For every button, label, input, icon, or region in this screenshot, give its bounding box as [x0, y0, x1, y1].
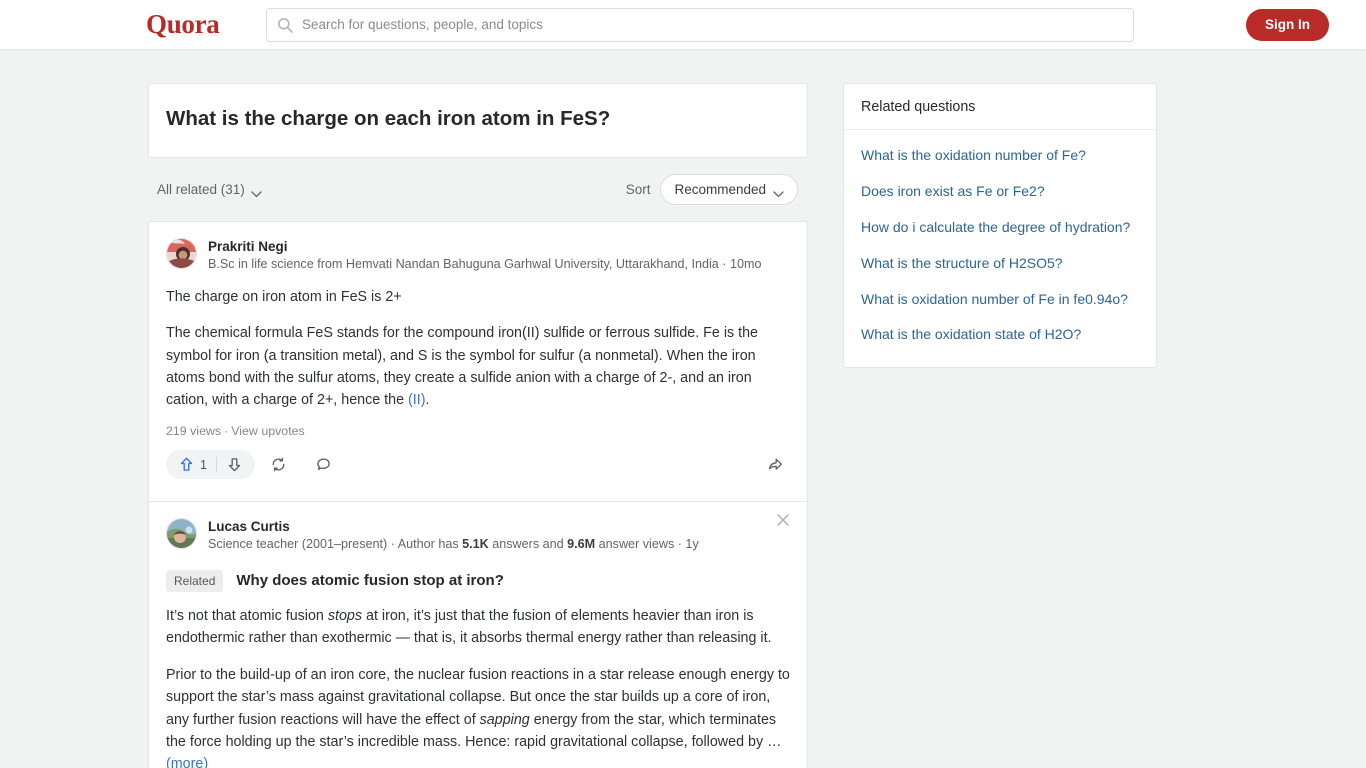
reshare-icon [270, 456, 287, 473]
quora-logo[interactable]: Quora [146, 9, 220, 40]
related-badge: Related [166, 569, 224, 592]
answer-body: It’s not that atomic fusion stops at iro… [166, 605, 790, 768]
sidebar-title: Related questions [844, 84, 1156, 130]
share-icon [767, 456, 784, 473]
sort-value: Recommended [674, 182, 766, 198]
credential-text: answer views · 1y [595, 536, 699, 551]
main-column: What is the charge on each iron atom in … [148, 83, 808, 768]
chevron-down-icon [773, 186, 784, 198]
paragraph-text: . [425, 392, 430, 409]
answer-stats: 219 views · View upvotes [166, 423, 305, 438]
upvote-button[interactable]: 1 [169, 450, 216, 479]
related-question-row: Related Why does atomic fusion stop at i… [166, 569, 790, 592]
answer-author-header: Lucas Curtis Science teacher (2001–prese… [166, 517, 790, 553]
related-question-link[interactable]: Does iron exist as Fe or Fe2? [861, 174, 1139, 210]
sort-label: Sort [625, 182, 651, 198]
close-icon[interactable] [773, 510, 793, 530]
sort-group: Sort Recommended [625, 174, 798, 206]
credential-text: Science teacher (2001–present) · Author … [208, 536, 463, 551]
page-title: What is the charge on each iron atom in … [166, 107, 611, 130]
all-related-dropdown[interactable]: All related (31) [157, 182, 262, 198]
author-meta: Prakriti Negi B.Sc in life science from … [208, 238, 761, 273]
emphasis-text: sapping [479, 711, 530, 728]
upvote-icon [178, 456, 195, 473]
author-name[interactable]: Lucas Curtis [208, 519, 699, 534]
related-questions-card: Related questions What is the oxidation … [843, 83, 1157, 369]
reshare-button[interactable] [262, 450, 300, 479]
downvote-icon [226, 456, 243, 473]
sort-dropdown[interactable]: Recommended [660, 174, 798, 206]
filter-row: All related (31) Sort Recommended [148, 173, 808, 207]
answer-views-count: 9.6M [567, 536, 596, 551]
emphasis-text: stops [327, 607, 363, 624]
answer-item: Prakriti Negi B.Sc in life science from … [149, 222, 807, 487]
related-question-link[interactable]: What is oxidation number of Fe in fe0.94… [861, 282, 1139, 318]
view-count: 219 views [166, 423, 222, 438]
sign-in-button[interactable]: Sign In [1246, 8, 1329, 41]
author-name[interactable]: Prakriti Negi [208, 239, 761, 254]
author-credential: Science teacher (2001–present) · Author … [208, 536, 699, 553]
related-question-title[interactable]: Why does atomic fusion stop at iron? [236, 572, 504, 589]
share-button[interactable] [767, 456, 790, 473]
related-questions-list: What is the oxidation number of Fe? Does… [844, 130, 1156, 367]
vote-pill: 1 [166, 450, 255, 480]
question-card: What is the charge on each iron atom in … [148, 83, 808, 158]
more-link[interactable]: (more) [166, 756, 208, 768]
search-input[interactable] [302, 8, 1123, 41]
answer-action-bar: 1 [166, 443, 790, 487]
answer-paragraph: The chemical formula FeS stands for the … [166, 322, 790, 412]
all-related-label: All related (31) [157, 182, 245, 198]
answer-item: Lucas Curtis Science teacher (2001–prese… [149, 500, 807, 768]
upvote-count: 1 [200, 457, 207, 472]
inline-link[interactable]: (II) [408, 392, 425, 408]
credential-text: answers and [488, 536, 568, 551]
answer-paragraph: The charge on iron atom in FeS is 2+ [166, 288, 402, 305]
related-question-link[interactable]: How do i calculate the degree of hydrati… [861, 210, 1139, 246]
answers-card: Prakriti Negi B.Sc in life science from … [148, 220, 808, 768]
site-header: Quora Sign In [0, 0, 1366, 50]
avatar[interactable] [166, 237, 197, 269]
answer-paragraph: It’s not that atomic fusion stops at iro… [166, 605, 790, 650]
paragraph-text: The chemical formula FeS stands for the … [166, 325, 758, 409]
comment-icon [315, 456, 332, 473]
author-meta: Lucas Curtis Science teacher (2001–prese… [208, 518, 699, 553]
answer-author-header: Prakriti Negi B.Sc in life science from … [166, 237, 790, 273]
downvote-button[interactable] [217, 450, 252, 479]
answer-paragraph: Prior to the build-up of an iron core, t… [166, 664, 790, 768]
chevron-down-icon [251, 186, 262, 198]
avatar[interactable] [166, 517, 197, 549]
sidebar: Related questions What is the oxidation … [843, 83, 1157, 768]
paragraph-text: It’s not that atomic fusion [166, 607, 328, 624]
related-question-link[interactable]: What is the oxidation number of Fe? [861, 138, 1139, 174]
search-icon [277, 17, 293, 33]
action-buttons: 1 [166, 450, 345, 480]
author-credential: B.Sc in life science from Hemvati Nandan… [208, 256, 762, 271]
related-question-link[interactable]: What is the oxidation state of H2O? [861, 317, 1139, 353]
answer-count: 5.1K [462, 536, 489, 551]
page-body: What is the charge on each iron atom in … [0, 50, 1366, 768]
comment-button[interactable] [307, 450, 345, 479]
view-upvotes-link[interactable]: View upvotes [231, 424, 304, 438]
search-bar[interactable] [266, 7, 1134, 42]
related-question-link[interactable]: What is the structure of H2SO5? [861, 246, 1139, 282]
answer-body: The charge on iron atom in FeS is 2+ The… [166, 286, 790, 412]
